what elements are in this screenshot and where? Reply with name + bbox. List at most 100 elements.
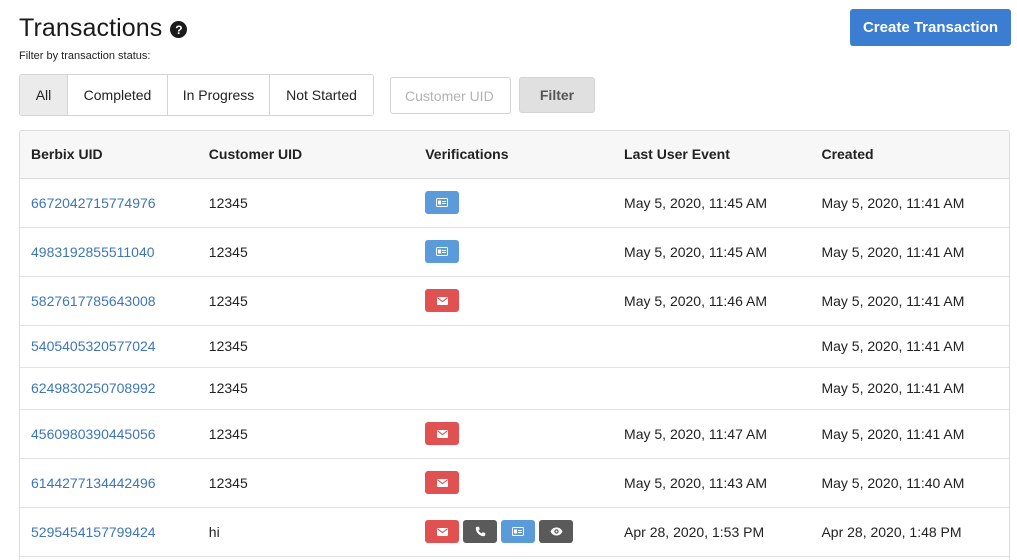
berbix-uid-link[interactable]: 5827617785643008 [31, 293, 156, 309]
cell-berbix-uid: 6672042715774976 [20, 178, 209, 228]
page-title: Transactions [19, 14, 163, 42]
verification-badges [425, 520, 624, 543]
transactions-table-container: Berbix UID Customer UID Verifications La… [19, 130, 1010, 560]
email-icon [436, 429, 448, 438]
table-header-row: Berbix UID Customer UID Verifications La… [20, 131, 1009, 179]
cell-verifications [425, 367, 625, 410]
status-filter-in-progress[interactable]: In Progress [168, 75, 270, 115]
cell-customer-uid: 12345 [208, 409, 426, 459]
berbix-uid-link[interactable]: 4560980390445056 [31, 426, 156, 442]
cell-customer-uid: 12345 [208, 367, 426, 410]
cell-created: Apr 28, 2020, 1:48 PM [821, 507, 1009, 557]
verification-badge-id-card[interactable] [501, 520, 536, 543]
verification-badge-eye[interactable] [539, 520, 574, 543]
cell-verifications [425, 325, 625, 368]
verification-badges [425, 240, 624, 263]
eye-icon [550, 527, 563, 536]
verification-badge-email[interactable] [425, 422, 460, 445]
verification-badge-phone[interactable] [463, 520, 498, 543]
status-filter-completed[interactable]: Completed [68, 75, 168, 115]
cell-last-user-event: Apr 28, 2020, 1:53 PM [624, 507, 822, 557]
cell-last-user-event: May 5, 2020, 11:43 AM [624, 458, 822, 508]
berbix-uid-link[interactable]: 4983192855511040 [31, 244, 155, 260]
table-row[interactable]: 5405405320577024 12345 May 5, 2020, 11:41 … [20, 325, 1009, 368]
status-filter-all[interactable]: All [20, 75, 68, 115]
cell-last-user-event: May 5, 2020, 11:46 AM [624, 276, 822, 326]
cell-customer-uid: 12345 [208, 458, 426, 508]
cell-verifications [425, 276, 625, 326]
cell-berbix-uid: 6249830250708992 [20, 367, 209, 410]
cell-created: May 5, 2020, 11:41 AM [821, 178, 1009, 228]
cell-created: May 5, 2020, 11:41 AM [821, 276, 1009, 326]
verification-badge-email[interactable] [425, 289, 460, 312]
page-title-group: Transactions ? [19, 14, 188, 43]
status-filter-not-started[interactable]: Not Started [270, 75, 373, 115]
verification-badges [425, 422, 624, 445]
cell-berbix-uid: 5405405320577024 [20, 325, 209, 368]
cell-created: May 5, 2020, 11:41 AM [821, 325, 1009, 368]
help-icon[interactable]: ? [170, 21, 188, 38]
berbix-uid-link[interactable]: 6672042715774976 [31, 195, 156, 211]
table-row[interactable]: 4560980390445056 12345 May 5, 2020, 11:47 … [20, 409, 1009, 459]
email-icon [436, 527, 448, 536]
cell-last-user-event [624, 325, 822, 368]
cell-created: May 5, 2020, 11:40 AM [821, 458, 1009, 508]
cell-created: May 5, 2020, 11:41 AM [821, 367, 1009, 410]
verification-badges [425, 191, 624, 214]
table-row[interactable]: 5295454157799424 hi Apr 28, 2020, 1:53 PM A… [20, 507, 1009, 557]
verification-badge-id-card[interactable] [425, 240, 460, 263]
phone-icon [475, 526, 486, 537]
cell-created: May 5, 2020, 11:41 AM [821, 227, 1009, 277]
table-row[interactable]: 6144277134442496 12345 May 5, 2020, 11:43 … [20, 458, 1009, 508]
column-header-customer-uid[interactable]: Customer UID [208, 131, 426, 179]
cell-berbix-uid: 4560980390445056 [20, 409, 209, 459]
email-icon [436, 296, 448, 305]
cell-customer-uid: 12345 [208, 178, 426, 228]
cell-verifications [425, 507, 625, 557]
filter-label: Filter by transaction status: [19, 50, 151, 62]
email-icon [436, 478, 448, 487]
transactions-table: Berbix UID Customer UID Verifications La… [20, 131, 1009, 557]
cell-customer-uid: 12345 [208, 227, 426, 277]
cell-berbix-uid: 5827617785643008 [20, 276, 209, 326]
cell-verifications [425, 458, 625, 508]
cell-customer-uid: hi [208, 507, 426, 557]
verification-badges [425, 471, 624, 494]
cell-created: May 5, 2020, 11:41 AM [821, 409, 1009, 459]
cell-customer-uid: 12345 [208, 276, 426, 326]
table-row[interactable]: 6672042715774976 12345 May 5, 2020, 11:45 … [20, 178, 1009, 228]
cell-berbix-uid: 4983192855511040 [20, 227, 209, 277]
table-row[interactable]: 6249830250708992 12345 May 5, 2020, 11:41 … [20, 367, 1009, 410]
column-header-last-user-event[interactable]: Last User Event [624, 131, 822, 179]
verification-badge-email[interactable] [425, 471, 460, 494]
berbix-uid-link[interactable]: 6144277134442496 [31, 475, 156, 491]
cell-berbix-uid: 5295454157799424 [20, 507, 209, 557]
verification-badge-email[interactable] [425, 520, 460, 543]
customer-uid-input[interactable] [390, 77, 511, 114]
cell-berbix-uid: 6144277134442496 [20, 458, 209, 508]
berbix-uid-link[interactable]: 5295454157799424 [31, 524, 156, 540]
status-filter-group: All Completed In Progress Not Started [19, 74, 374, 116]
table-row[interactable]: 4983192855511040 12345 May 5, 2020, 11:45 … [20, 227, 1009, 277]
cell-last-user-event: May 5, 2020, 11:45 AM [624, 227, 822, 277]
cell-verifications [425, 227, 625, 277]
table-row[interactable]: 5827617785643008 12345 May 5, 2020, 11:46 … [20, 276, 1009, 326]
berbix-uid-link[interactable]: 6249830250708992 [31, 380, 156, 396]
id-card-icon [436, 247, 449, 256]
column-header-berbix-uid[interactable]: Berbix UID [20, 131, 209, 179]
cell-last-user-event: May 5, 2020, 11:47 AM [624, 409, 822, 459]
berbix-uid-link[interactable]: 5405405320577024 [31, 338, 156, 354]
filter-button[interactable]: Filter [519, 77, 595, 113]
verification-badge-id-card[interactable] [425, 191, 460, 214]
cell-verifications [425, 409, 625, 459]
table-body: 6672042715774976 12345 May 5, 2020, 11:45 … [20, 178, 1009, 557]
id-card-icon [436, 198, 449, 207]
cell-verifications [425, 178, 625, 228]
column-header-verifications[interactable]: Verifications [425, 131, 625, 179]
id-card-icon [512, 527, 525, 536]
verification-badges [425, 289, 624, 312]
cell-last-user-event: May 5, 2020, 11:45 AM [624, 178, 822, 228]
cell-customer-uid: 12345 [208, 325, 426, 368]
create-transaction-button[interactable]: Create Transaction [850, 9, 1011, 46]
column-header-created[interactable]: Created [821, 131, 1009, 179]
